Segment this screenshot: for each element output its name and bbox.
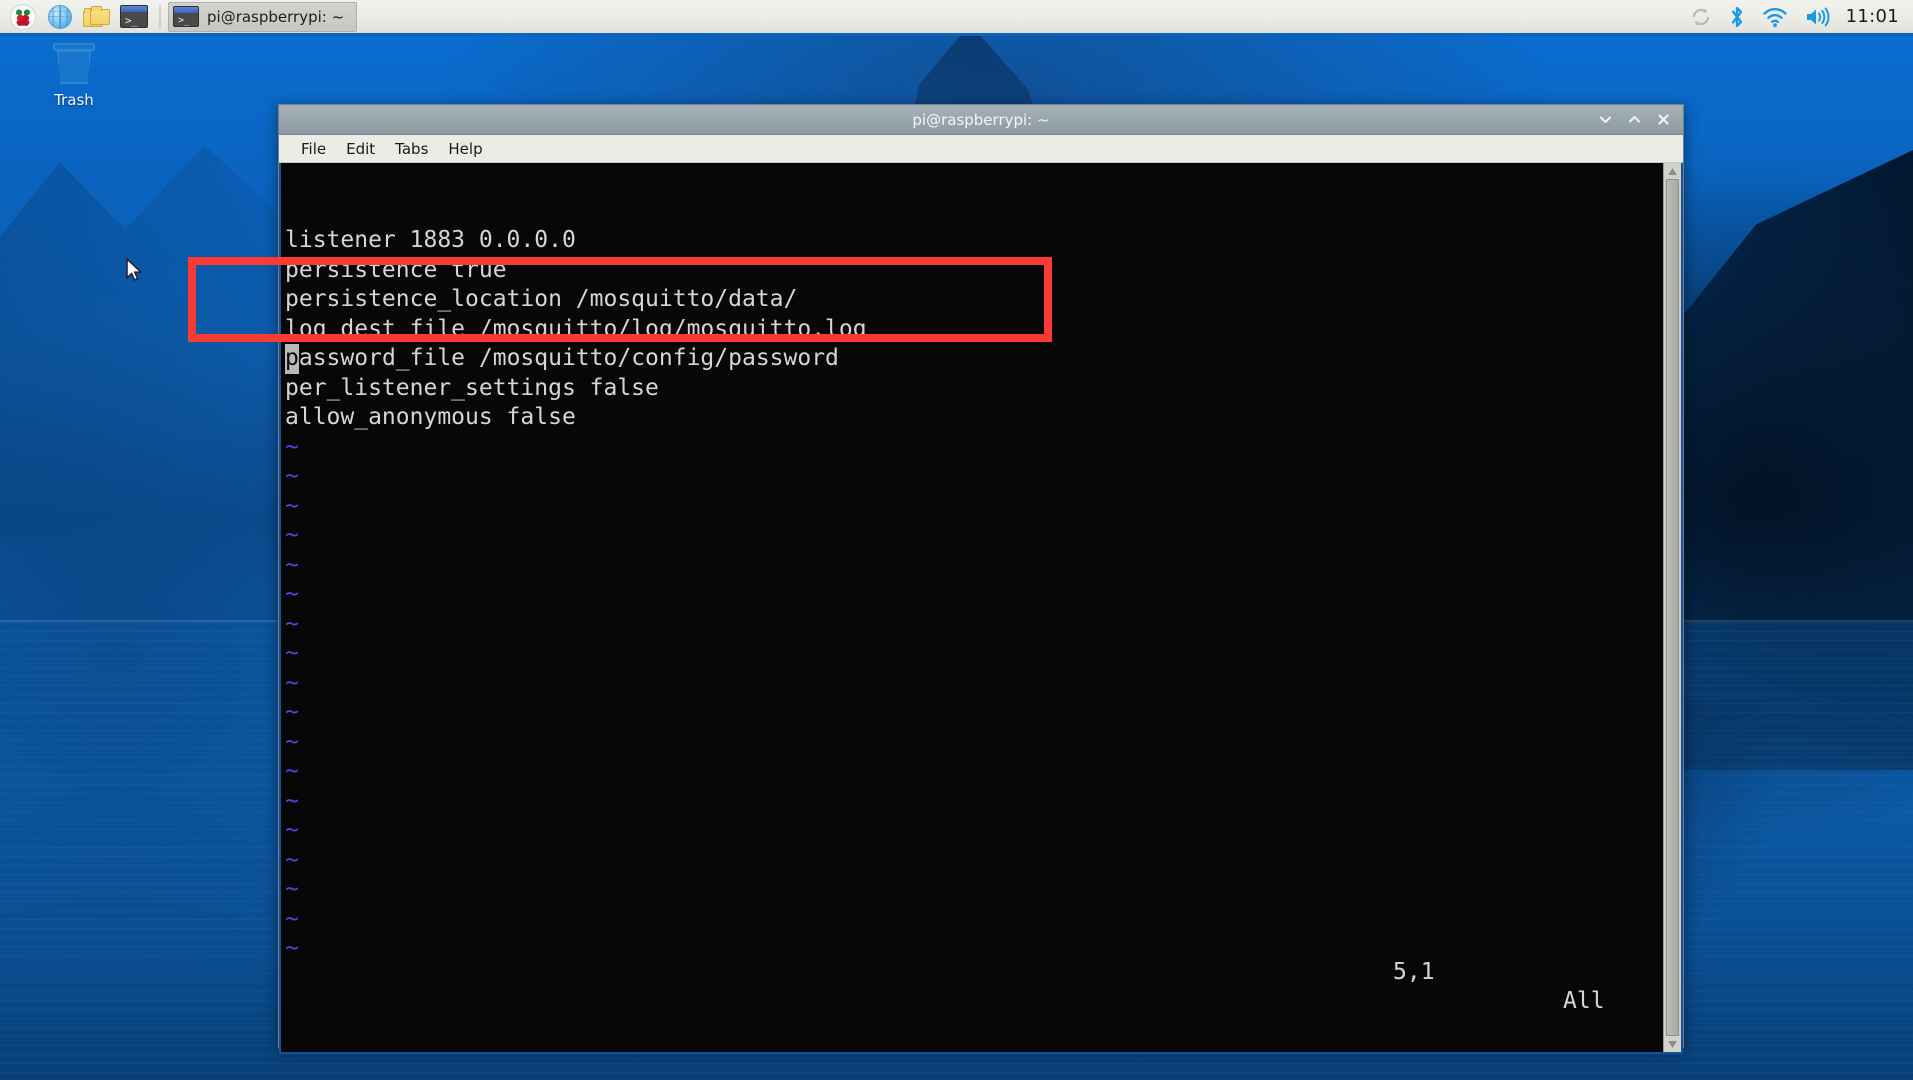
raspberry-icon <box>10 3 36 30</box>
taskbar-window-label: pi@raspberrypi: ~ <box>207 7 345 26</box>
system-tray: 11:01 <box>1690 5 1913 29</box>
terminal-empty-line-marker: ~ <box>285 728 299 755</box>
desktop-icon-trash[interactable]: Trash <box>26 40 122 109</box>
minimize-button[interactable] <box>1598 112 1613 127</box>
terminal-body: listener 1883 0.0.0.0 persistence true per… <box>279 163 1683 1054</box>
menu-file[interactable]: File <box>291 137 336 161</box>
terminal-window: pi@raspberrypi: ~ File Edit Tabs Help li… <box>278 104 1684 1054</box>
terminal-title: pi@raspberrypi: ~ <box>912 110 1050 129</box>
taskbar-window-button-terminal[interactable]: >_ pi@raspberrypi: ~ <box>168 1 358 32</box>
volume-icon[interactable] <box>1804 6 1830 28</box>
maximize-button[interactable] <box>1627 112 1642 127</box>
terminal-empty-line-marker: ~ <box>285 758 299 784</box>
terminal-screen[interactable]: listener 1883 0.0.0.0 persistence true per… <box>281 163 1663 1052</box>
bluetooth-icon[interactable] <box>1728 5 1746 29</box>
terminal-cursor: p <box>285 344 299 374</box>
terminal-empty-line-marker: ~ <box>285 610 299 637</box>
terminal-icon: >_ <box>120 5 148 28</box>
window-controls <box>1598 112 1683 127</box>
globe-icon <box>48 4 72 29</box>
terminal-empty-line-marker: ~ <box>285 640 299 666</box>
terminal-icon: >_ <box>173 6 199 27</box>
terminal-line: password_file /mosquitto/config/password <box>283 344 1663 374</box>
raspberry-menu-button[interactable] <box>6 1 40 33</box>
terminal-empty-line-marker: ~ <box>285 522 299 548</box>
terminal-menubar: File Edit Tabs Help <box>279 135 1683 163</box>
terminal-empty-line-marker: ~ <box>285 492 299 519</box>
terminal-line: allow_anonymous false <box>285 404 576 430</box>
terminal-line: per_listener_settings false <box>285 374 659 401</box>
scroll-down-arrow-icon[interactable] <box>1664 1036 1681 1052</box>
terminal-line: persistence true <box>285 256 507 283</box>
vim-status-line: 5,1 All <box>281 928 1663 1046</box>
scrollbar-track[interactable] <box>1664 179 1681 1036</box>
taskbar-launchers: >_ <box>0 1 154 33</box>
menu-edit[interactable]: Edit <box>336 137 385 161</box>
terminal-empty-line-marker: ~ <box>285 463 299 489</box>
terminal-line: listener 1883 0.0.0.0 <box>285 227 576 253</box>
trash-body <box>57 50 91 84</box>
taskbar-clock[interactable]: 11:01 <box>1846 6 1899 27</box>
cpu-usage-icon[interactable] <box>1690 6 1712 28</box>
terminal-empty-line-marker: ~ <box>285 876 299 902</box>
terminal-launcher-button[interactable]: >_ <box>117 1 151 33</box>
terminal-empty-line-marker: ~ <box>285 581 299 607</box>
terminal-titlebar[interactable]: pi@raspberrypi: ~ <box>279 105 1683 135</box>
terminal-text-lines: listener 1883 0.0.0.0 persistence true per… <box>283 226 1663 964</box>
terminal-line: log_dest file /mosquitto/log/mosquitto.l… <box>285 315 867 342</box>
web-browser-button[interactable] <box>43 1 77 33</box>
wifi-icon[interactable] <box>1762 6 1788 28</box>
terminal-empty-line-marker: ~ <box>285 817 299 843</box>
terminal-empty-line-marker: ~ <box>285 669 299 696</box>
menu-help[interactable]: Help <box>438 137 492 161</box>
terminal-line: persistence_location /mosquitto/data/ <box>285 286 798 312</box>
trash-lid <box>53 43 95 51</box>
terminal-empty-line-marker: ~ <box>285 433 299 460</box>
vim-scroll-indicator: All <box>1563 988 1605 1014</box>
trash-label: Trash <box>54 91 94 109</box>
file-manager-button[interactable] <box>80 1 114 33</box>
terminal-scrollbar[interactable] <box>1663 163 1681 1052</box>
vim-cursor-position: 5,1 <box>1393 958 1435 985</box>
scrollbar-thumb[interactable] <box>1666 179 1679 1036</box>
trash-icon <box>51 40 97 86</box>
folders-icon <box>83 5 111 28</box>
taskbar-divider <box>159 4 161 29</box>
terminal-empty-line-marker: ~ <box>285 699 299 725</box>
scroll-up-arrow-icon[interactable] <box>1664 163 1681 179</box>
terminal-empty-line-marker: ~ <box>285 846 299 873</box>
taskbar: >_ >_ pi@raspberrypi: ~ 11:01 <box>0 0 1913 36</box>
terminal-empty-line-marker: ~ <box>285 551 299 578</box>
close-button[interactable] <box>1656 112 1671 127</box>
menu-tabs[interactable]: Tabs <box>385 137 438 161</box>
terminal-empty-line-marker: ~ <box>285 787 299 814</box>
